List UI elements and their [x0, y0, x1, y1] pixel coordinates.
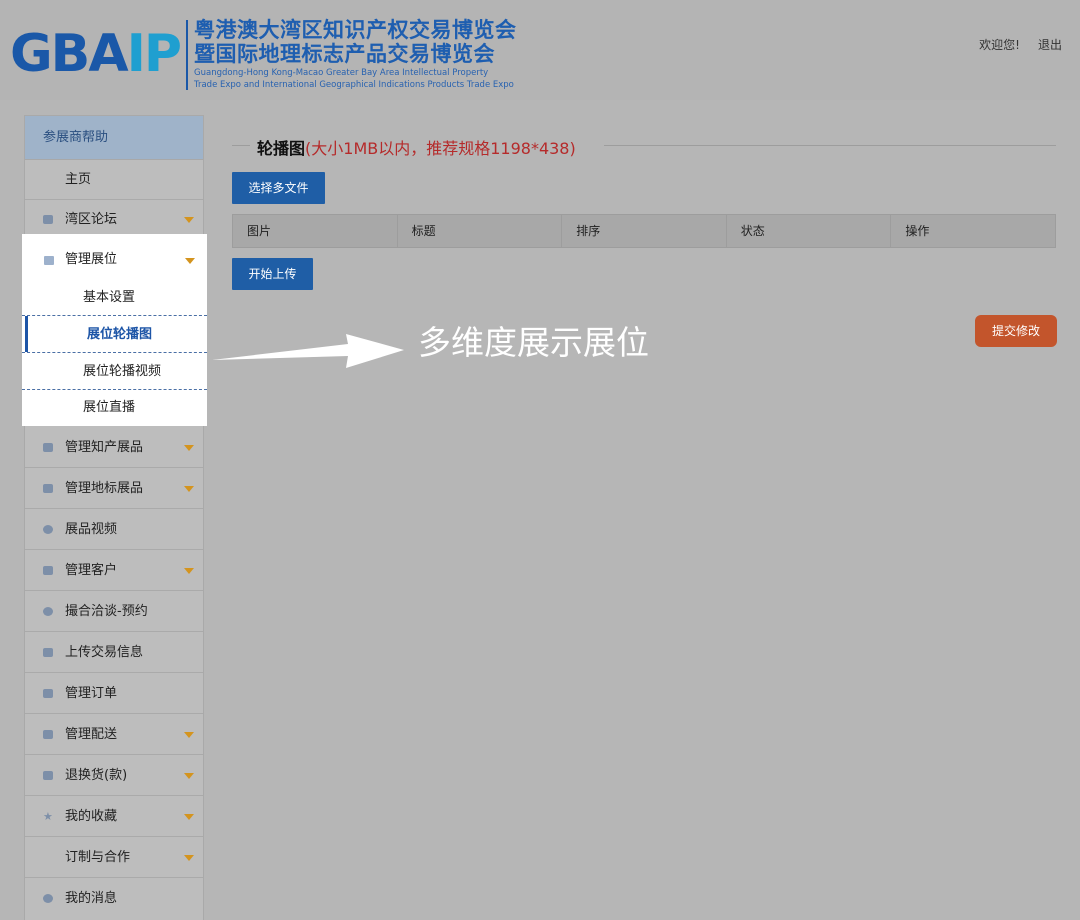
start-upload-button[interactable]: 开始上传: [232, 258, 313, 290]
column-title: 标题: [398, 215, 563, 247]
chevron-down-icon: [184, 445, 194, 451]
chevron-down-icon: [184, 855, 194, 861]
truck-icon: [43, 730, 53, 739]
sidebar-item-favorites[interactable]: ★ 我的收藏: [25, 797, 203, 837]
logo-title-en-1: Guangdong-Hong Kong-Macao Greater Bay Ar…: [194, 68, 489, 78]
sidebar-item-customers[interactable]: 管理客户: [25, 551, 203, 591]
chevron-down-icon: [184, 732, 194, 738]
message-icon: [43, 894, 53, 903]
sidebar-item-returns[interactable]: 退换货(款): [25, 756, 203, 796]
sidebar-item-messages[interactable]: 我的消息: [25, 879, 203, 919]
highlight-booth-menu: 管理展位 基本设置 展位轮播图 展位轮播视频 展位直播: [22, 234, 207, 426]
page-title: 轮播图: [257, 139, 306, 158]
sidebar-item-basic-settings[interactable]: 基本设置: [22, 280, 207, 316]
circle-icon: [43, 607, 53, 616]
chevron-down-icon: [184, 814, 194, 820]
sidebar-item-booth-live[interactable]: 展位直播: [22, 390, 207, 426]
booth-icon: [44, 256, 54, 265]
chevron-down-icon: [185, 258, 195, 264]
size-note: (大小1MB以内，推荐规格1198*438): [305, 139, 576, 158]
page-header: GBAIP 粤港澳大湾区知识产权交易博览会 暨国际地理标志产品交易博览会 Gua…: [0, 0, 1080, 100]
chevron-down-icon: [184, 773, 194, 779]
logo-title-cn-1: 粤港澳大湾区知识产权交易博览会: [194, 17, 517, 42]
column-image: 图片: [233, 215, 398, 247]
sidebar-item-manage-booth[interactable]: 管理展位: [22, 240, 207, 280]
section-title: 轮播图(大小1MB以内，推荐规格1198*438): [232, 133, 1056, 159]
sidebar-item-booth-carousel-video[interactable]: 展位轮播视频: [22, 353, 207, 390]
select-files-button[interactable]: 选择多文件: [232, 172, 325, 204]
sidebar-header[interactable]: 参展商帮助: [25, 116, 203, 160]
annotation-arrow-icon: [212, 334, 404, 368]
sidebar-item-home[interactable]: 主页: [25, 160, 203, 200]
sidebar-item-custom-coop[interactable]: 订制与合作: [25, 838, 203, 878]
user-icon: [43, 566, 53, 575]
column-status: 状态: [727, 215, 892, 247]
logo-title-en-2: Trade Expo and International Geographica…: [194, 80, 514, 90]
chevron-down-icon: [184, 486, 194, 492]
sidebar-item-booth-carousel[interactable]: 展位轮播图: [22, 316, 207, 353]
logo-text: 粤港澳大湾区知识产权交易博览会 暨国际地理标志产品交易博览会 Guangdong…: [194, 17, 517, 91]
star-icon: ★: [43, 810, 53, 823]
top-links: 欢迎您! 退出: [979, 36, 1062, 53]
sidebar-item-exhibit-video[interactable]: 展品视频: [25, 510, 203, 550]
active-indicator: [25, 316, 28, 352]
video-icon: [43, 525, 53, 534]
sidebar-item-gi-exhibits[interactable]: 管理地标展品: [25, 469, 203, 509]
chevron-down-icon: [184, 217, 194, 223]
column-order: 排序: [562, 215, 727, 247]
logo-title-cn-2: 暨国际地理标志产品交易博览会: [194, 41, 496, 66]
chevron-down-icon: [184, 568, 194, 574]
sidebar-item-orders[interactable]: 管理订单: [25, 674, 203, 714]
upload-table-header: 图片 标题 排序 状态 操作: [232, 214, 1056, 248]
title-line-left: [232, 145, 250, 146]
column-actions: 操作: [905, 224, 930, 238]
title-line-right: [604, 145, 1056, 146]
return-icon: [43, 771, 53, 780]
sidebar-item-ip-exhibits[interactable]: 管理知产展品: [25, 428, 203, 468]
list-icon: [43, 689, 53, 698]
sidebar-item-matchmaking[interactable]: 撮合洽谈-预约: [25, 592, 203, 632]
logout-link[interactable]: 退出: [1038, 36, 1062, 53]
chat-icon: [43, 215, 53, 224]
welcome-link[interactable]: 欢迎您!: [979, 36, 1020, 53]
logo-mark: GBAIP: [10, 24, 182, 84]
sidebar-item-upload-trade[interactable]: 上传交易信息: [25, 633, 203, 673]
logo[interactable]: GBAIP 粤港澳大湾区知识产权交易博览会 暨国际地理标志产品交易博览会 Gua…: [10, 18, 517, 90]
submit-changes-button[interactable]: 提交修改: [975, 315, 1057, 347]
annotation-text: 多维度展示展位: [418, 323, 649, 362]
logo-divider: [186, 20, 189, 90]
sidebar-item-delivery[interactable]: 管理配送: [25, 715, 203, 755]
grid-icon: [43, 484, 53, 493]
grid-icon: [43, 443, 53, 452]
document-icon: [43, 648, 53, 657]
